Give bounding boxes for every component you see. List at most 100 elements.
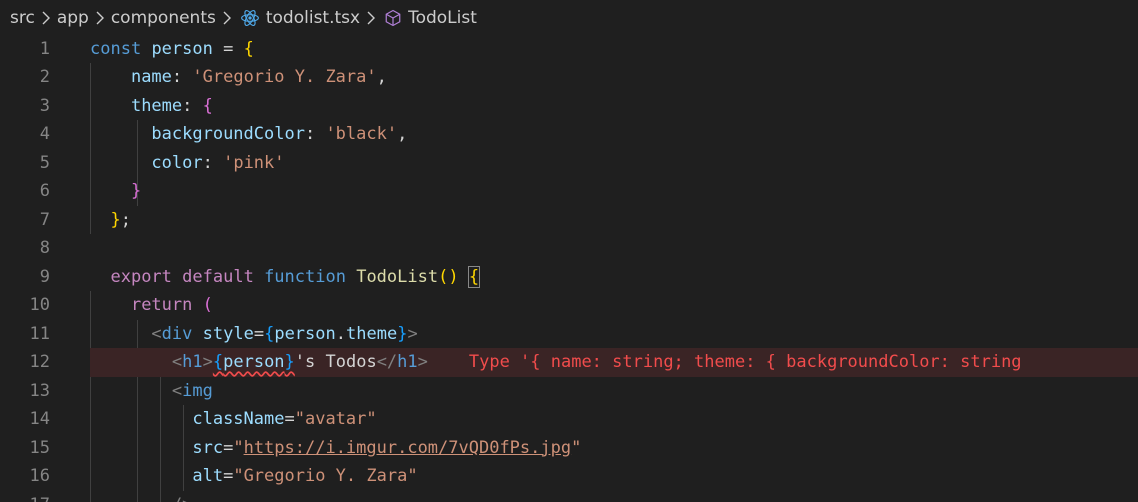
code-token: theme (346, 323, 398, 344)
code-line[interactable]: 13 <img (0, 377, 1138, 406)
code-token: } (397, 323, 408, 344)
chevron-right-icon (362, 8, 380, 28)
code-token: 'pink' (223, 152, 285, 173)
code-token: div (161, 323, 193, 344)
react-icon (240, 8, 260, 28)
code-token: person (274, 323, 336, 344)
code-line[interactable]: 10 return ( (0, 291, 1138, 320)
code-token: { (467, 265, 481, 288)
line-number: 7 (39, 209, 50, 230)
code-token: TodoList (356, 266, 439, 287)
chevron-right-icon (218, 8, 236, 28)
code-text: <img (90, 377, 213, 406)
code-token: person (151, 38, 213, 59)
line-number: 10 (29, 295, 50, 315)
code-token: = (223, 437, 234, 458)
code-line[interactable]: 12 <h1>{person}'s Todos</h1> Type '{ nam… (0, 348, 1138, 377)
code-line[interactable]: 4 backgroundColor: 'black', (0, 120, 1138, 149)
code-line[interactable]: 8 (0, 234, 1138, 263)
line-number: 6 (39, 181, 50, 201)
code-line[interactable]: 16 alt="Gregorio Y. Zara" (0, 462, 1138, 491)
code-token: "Gregorio Y. Zara" (233, 466, 418, 486)
code-token: const (90, 38, 142, 59)
code-token: backgroundColor (151, 124, 305, 144)
breadcrumb-symbol[interactable]: TodoList (408, 8, 477, 28)
code-text: theme: { (90, 92, 213, 121)
breadcrumb-file[interactable]: todolist.tsx (266, 8, 360, 28)
line-number: 17 (0, 491, 50, 502)
code-line[interactable]: 2 name: 'Gregorio Y. Zara', (0, 63, 1138, 92)
editor-window: src app components todolist.tsx TodoList… (0, 0, 1138, 502)
breadcrumb-components[interactable]: components (111, 8, 216, 28)
code-token: default (182, 266, 254, 287)
code-text: src="https://i.imgur.com/7vQD0fPs.jpg" (90, 434, 581, 463)
code-token: return (130, 295, 193, 315)
code-token: : (171, 67, 193, 87)
code-token: " (571, 437, 582, 458)
code-token: = (212, 38, 244, 59)
chevron-right-icon (37, 8, 55, 28)
code-line[interactable]: 5 color: 'pink' (0, 149, 1138, 178)
line-number: 8 (39, 238, 50, 258)
code-token: { (212, 352, 224, 372)
code-token: { (264, 323, 275, 344)
line-number: 2 (39, 67, 50, 87)
code-token: ( (202, 295, 213, 315)
code-token: } (130, 181, 142, 201)
breadcrumb: src app components todolist.tsx TodoList (0, 0, 1138, 36)
code-token: { (202, 95, 213, 116)
code-token: /> (172, 495, 192, 502)
code-text: color: 'pink' (90, 149, 285, 178)
code-text: /> (90, 491, 192, 502)
breadcrumb-app[interactable]: app (57, 8, 89, 28)
code-token: = (284, 409, 295, 429)
code-line[interactable]: 9 export default function TodoList() { (0, 263, 1138, 292)
code-token: , (376, 67, 387, 87)
code-text: alt="Gregorio Y. Zara" (90, 462, 418, 491)
code-token: ; (120, 209, 131, 230)
code-token: className (192, 409, 285, 429)
code-token: src (192, 437, 224, 458)
inline-error-message: Type '{ name: string; theme: { backgroun… (468, 352, 1022, 372)
code-token: "avatar" (294, 409, 377, 429)
code-token: = (253, 323, 265, 344)
line-number: 12 (29, 352, 50, 372)
code-token: theme (130, 95, 183, 116)
breadcrumb-src[interactable]: src (10, 8, 35, 28)
code-text: return ( (90, 291, 213, 320)
code-line[interactable]: 6 } (0, 177, 1138, 206)
code-line[interactable]: 17 /> (0, 491, 1138, 502)
code-token: { (243, 38, 254, 59)
code-line[interactable]: 15 src="https://i.imgur.com/7vQD0fPs.jpg… (0, 434, 1138, 463)
code-line[interactable]: 1 const person = { (0, 35, 1138, 64)
line-number: 3 (39, 95, 50, 116)
code-line[interactable]: 14 className="avatar" (0, 405, 1138, 434)
code-token: 'Gregorio Y. Zara' (192, 67, 377, 87)
code-token: < (171, 380, 183, 401)
code-editor[interactable]: 1 const person = {2 name: 'Gregorio Y. Za… (0, 36, 1138, 502)
code-token: color (151, 152, 203, 173)
line-number: 9 (39, 266, 50, 287)
code-line[interactable]: 3 theme: { (0, 92, 1138, 121)
code-token: < (151, 323, 162, 344)
line-number: 1 (39, 38, 50, 59)
code-line[interactable]: 7 }; (0, 206, 1138, 235)
line-number: 16 (29, 466, 50, 486)
code-token: h1 (182, 352, 203, 372)
code-line[interactable]: 11 <div style={person.theme}> (0, 320, 1138, 349)
